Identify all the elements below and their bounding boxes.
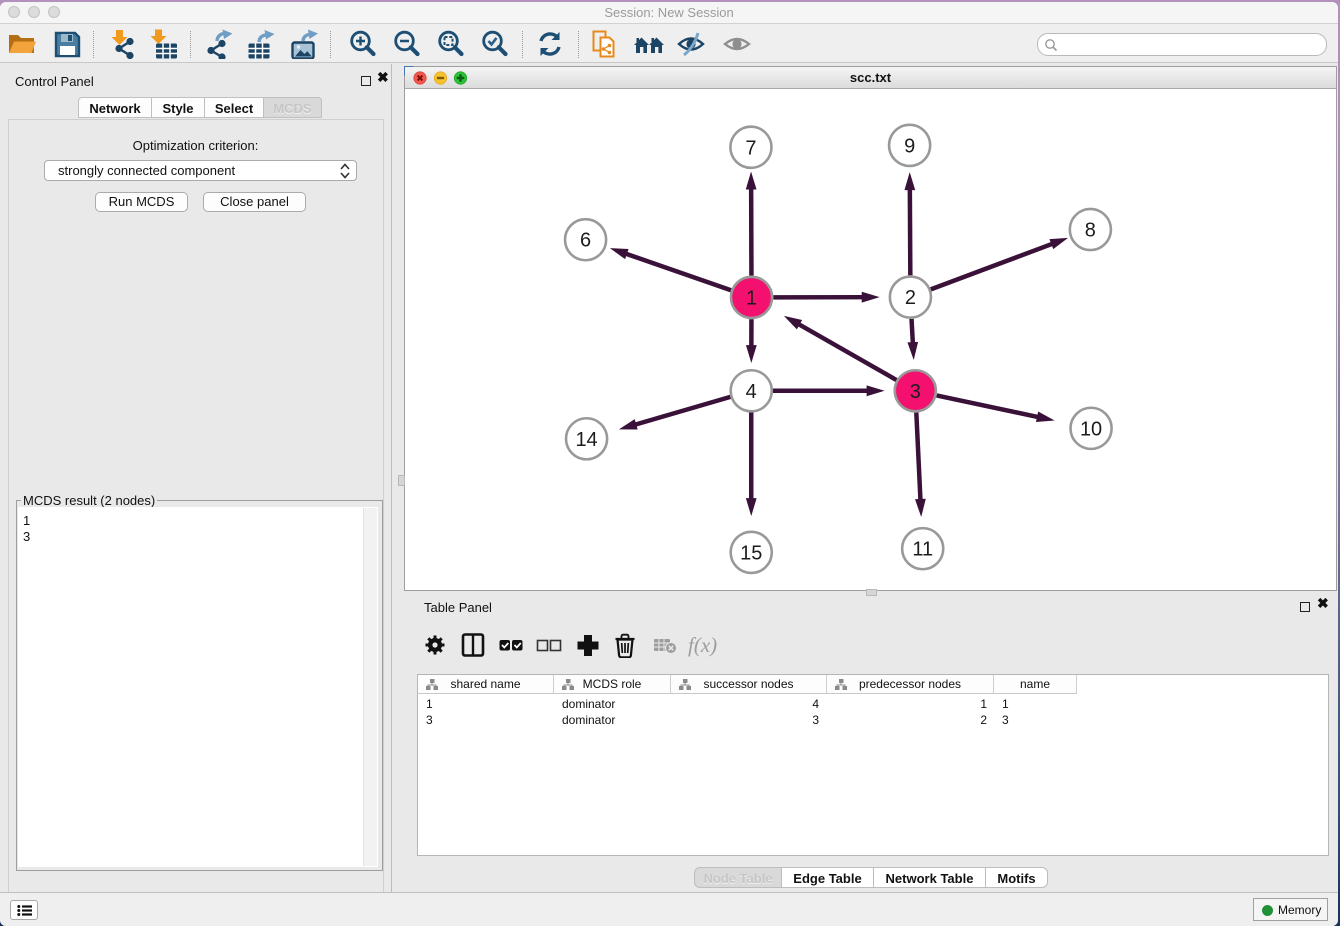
svg-text:7: 7 xyxy=(745,137,756,159)
svg-text:15: 15 xyxy=(740,542,762,564)
svg-text:3: 3 xyxy=(910,381,921,403)
svg-text:10: 10 xyxy=(1080,418,1102,440)
svg-text:4: 4 xyxy=(746,381,757,403)
svg-text:6: 6 xyxy=(580,230,591,252)
svg-text:14: 14 xyxy=(575,429,597,451)
svg-text:2: 2 xyxy=(905,287,916,309)
svg-text:f(x): f(x) xyxy=(688,633,717,657)
svg-text:11: 11 xyxy=(912,539,933,561)
svg-text:9: 9 xyxy=(904,135,915,157)
svg-text:1: 1 xyxy=(746,287,757,309)
svg-text:8: 8 xyxy=(1085,220,1096,242)
